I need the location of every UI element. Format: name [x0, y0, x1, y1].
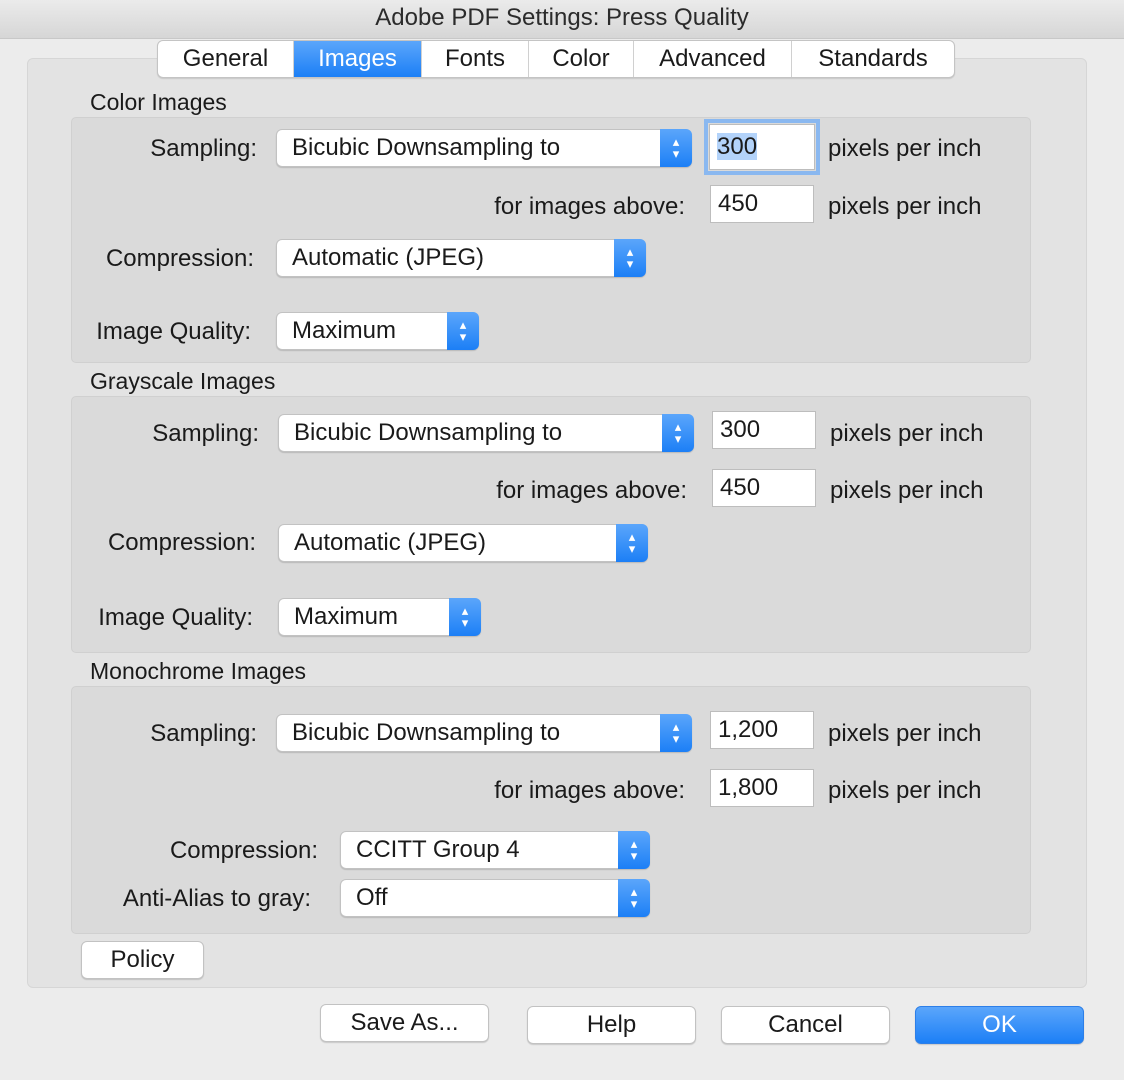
window-title: Adobe PDF Settings: Press Quality — [0, 0, 1124, 39]
color-quality-label: Image Quality: — [96, 318, 251, 345]
gray-quality-label: Image Quality: — [98, 604, 253, 631]
gray-quality-select[interactable]: Maximum ▴ ▾ — [278, 598, 481, 636]
color-above-label: for images above: — [494, 193, 685, 220]
gray-resolution-unit: pixels per inch — [830, 420, 984, 447]
tab-color[interactable]: Color — [529, 41, 634, 77]
mono-resolution-unit: pixels per inch — [828, 720, 982, 747]
gray-quality-value: Maximum — [294, 603, 399, 630]
help-button[interactable]: Help — [527, 1006, 696, 1044]
color-sampling-select[interactable]: Bicubic Downsampling to ▴ ▾ — [276, 129, 692, 167]
chevron-up-down-icon: ▴ ▾ — [660, 129, 692, 167]
chevron-up-down-icon: ▴ ▾ — [616, 524, 648, 562]
gray-sampling-select[interactable]: Bicubic Downsampling to ▴ ▾ — [278, 414, 694, 452]
gray-compression-select[interactable]: Automatic (JPEG) ▴ ▾ — [278, 524, 648, 562]
mono-antialias-value: Off — [356, 884, 388, 911]
gray-above-label: for images above: — [496, 477, 687, 504]
color-sampling-label: Sampling: — [150, 135, 257, 162]
chevron-up-down-icon: ▴ ▾ — [662, 414, 694, 452]
gray-compression-value: Automatic (JPEG) — [294, 529, 487, 556]
tab-images[interactable]: Images — [294, 41, 422, 77]
color-compression-label: Compression: — [105, 245, 254, 272]
policy-button[interactable]: Policy — [81, 941, 204, 979]
cancel-button[interactable]: Cancel — [721, 1006, 890, 1044]
mono-above-field[interactable]: 1,800 — [710, 769, 814, 807]
color-sampling-value: Bicubic Downsampling to — [292, 134, 561, 161]
color-above-unit: pixels per inch — [828, 193, 982, 220]
mono-antialias-select[interactable]: Off ▴ ▾ — [340, 879, 650, 917]
chevron-up-down-icon: ▴ ▾ — [614, 239, 646, 277]
gray-above-unit: pixels per inch — [830, 477, 984, 504]
color-quality-select[interactable]: Maximum ▴ ▾ — [276, 312, 479, 350]
chevron-up-down-icon: ▴ ▾ — [618, 831, 650, 869]
tab-standards[interactable]: Standards — [792, 41, 954, 77]
color-compression-value: Automatic (JPEG) — [292, 244, 485, 271]
color-above-field[interactable]: 450 — [710, 185, 814, 223]
chevron-up-down-icon: ▴ ▾ — [618, 879, 650, 917]
color-resolution-value: 300 — [717, 133, 758, 160]
chevron-up-down-icon: ▴ ▾ — [660, 714, 692, 752]
monochrome-images-title: Monochrome Images — [90, 658, 307, 684]
color-compression-select[interactable]: Automatic (JPEG) ▴ ▾ — [276, 239, 646, 277]
gray-sampling-label: Sampling: — [152, 420, 259, 447]
save-as-button[interactable]: Save As... — [320, 1004, 489, 1042]
mono-sampling-select[interactable]: Bicubic Downsampling to ▴ ▾ — [276, 714, 692, 752]
gray-resolution-field[interactable]: 300 — [712, 411, 816, 449]
mono-antialias-label: Anti-Alias to gray: — [122, 885, 311, 912]
mono-resolution-field[interactable]: 1,200 — [710, 711, 814, 749]
mono-above-label: for images above: — [494, 777, 685, 804]
mono-sampling-label: Sampling: — [150, 720, 257, 747]
gray-above-field[interactable]: 450 — [712, 469, 816, 507]
mono-compression-label: Compression: — [169, 837, 318, 864]
mono-compression-select[interactable]: CCITT Group 4 ▴ ▾ — [340, 831, 650, 869]
gray-sampling-value: Bicubic Downsampling to — [294, 419, 563, 446]
mono-sampling-value: Bicubic Downsampling to — [292, 719, 561, 746]
color-images-title: Color Images — [90, 89, 227, 115]
grayscale-images-title: Grayscale Images — [90, 368, 276, 394]
mono-above-unit: pixels per inch — [828, 777, 982, 804]
tab-general[interactable]: General — [158, 41, 294, 77]
color-quality-value: Maximum — [292, 317, 397, 344]
ok-button[interactable]: OK — [915, 1006, 1084, 1044]
gray-compression-label: Compression: — [107, 529, 256, 556]
color-resolution-field[interactable]: 300 — [704, 119, 820, 175]
chevron-up-down-icon: ▴ ▾ — [447, 312, 479, 350]
color-resolution-unit: pixels per inch — [828, 135, 982, 162]
tab-fonts[interactable]: Fonts — [422, 41, 529, 77]
tab-advanced[interactable]: Advanced — [634, 41, 792, 77]
mono-compression-value: CCITT Group 4 — [356, 836, 520, 863]
chevron-up-down-icon: ▴ ▾ — [449, 598, 481, 636]
tab-bar: General Images Fonts Color Advanced Stan… — [157, 40, 955, 78]
